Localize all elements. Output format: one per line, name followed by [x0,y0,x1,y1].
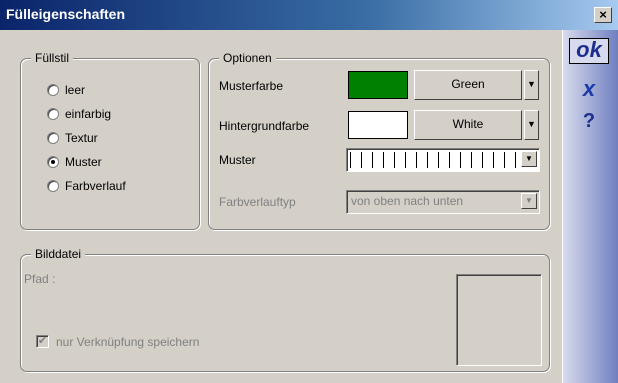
radio-button-selected[interactable] [47,156,59,168]
musterfarbe-label: Musterfarbe [219,79,284,93]
muster-combobox[interactable]: ▼ [346,148,540,172]
nur-verknuepfung-checkbox[interactable]: ✔ [36,335,49,348]
fuellstil-legend: Füllstil [31,51,74,65]
hintergrundfarbe-swatch[interactable] [348,111,408,139]
pfad-label: Pfad : [24,272,56,286]
radio-button[interactable] [47,132,59,144]
hintergrundfarbe-label: Hintergrundfarbe [219,119,310,133]
chevron-down-icon[interactable]: ▼ [521,151,537,167]
fuellstil-group: Füllstil leer einfarbig Textur Muster Fa… [20,51,200,230]
help-button[interactable]: ? [569,110,609,136]
musterfarbe-dropdown-arrow[interactable]: ▼ [524,70,539,100]
ok-button[interactable]: ok [569,38,609,64]
radio-label: Muster [65,155,102,169]
radio-label: leer [65,83,86,97]
farbverlauftyp-value: von oben nach unten [351,194,464,208]
hintergrundfarbe-dropdown-arrow[interactable]: ▼ [524,110,539,140]
muster-label: Muster [219,153,256,167]
radio-button[interactable] [47,84,59,96]
bilddatei-legend: Bilddatei [31,247,86,261]
window-title: Fülleigenschaften [6,6,126,22]
close-button[interactable]: × [594,7,612,23]
cancel-button[interactable]: x [569,76,609,102]
hintergrundfarbe-button[interactable]: White [414,110,522,140]
optionen-legend: Optionen [219,51,276,65]
musterfarbe-button[interactable]: Green [414,70,522,100]
radio-label: Textur [65,131,98,145]
musterfarbe-swatch[interactable] [348,71,408,99]
radio-button[interactable] [47,108,59,120]
image-preview [456,274,542,366]
radio-label: einfarbig [65,107,112,121]
title-bar: Fülleigenschaften × [0,0,618,30]
farbverlauftyp-combobox[interactable]: von oben nach unten ▼ [346,190,540,214]
chevron-down-icon[interactable]: ▼ [521,193,537,209]
side-button-bar: ok x ? [562,30,618,383]
radio-button[interactable] [47,180,59,192]
checkbox-label: nur Verknüpfung speichern [56,335,200,349]
farbverlauftyp-label: Farbverlauftyp [219,195,296,209]
pattern-preview [350,152,517,168]
radio-label: Farbverlauf [65,179,126,193]
